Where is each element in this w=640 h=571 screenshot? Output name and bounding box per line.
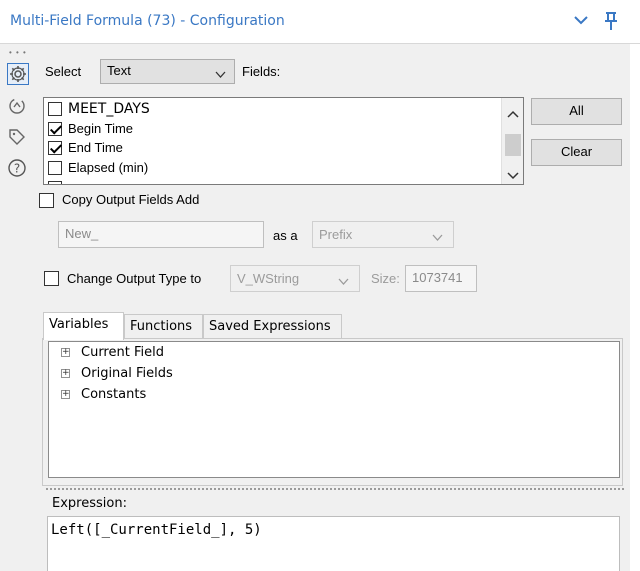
fields-scrollbar[interactable] [501,98,523,184]
tag-icon[interactable] [7,127,29,149]
expand-icon[interactable]: + [61,369,70,378]
window-title: Multi-Field Formula (73) - Configuration [10,13,285,29]
chevron-down-icon [432,230,443,245]
field-checkbox[interactable] [48,102,62,116]
scroll-up-icon[interactable] [507,106,519,121]
change-output-type-checkbox[interactable] [44,271,59,286]
gear-icon[interactable] [7,63,29,85]
size-input[interactable]: 1073741 [405,265,477,292]
clear-button[interactable]: Clear [531,139,622,166]
tab-saved-expressions[interactable]: Saved Expressions [203,314,342,339]
size-label: Size: [371,271,400,286]
chevron-down-icon[interactable] [573,14,589,29]
chevron-down-icon [215,67,226,82]
svg-text:?: ? [14,162,20,176]
expression-label: Expression: [52,496,127,511]
copy-output-checkbox[interactable] [39,193,54,208]
splitter-handle[interactable] [46,488,626,490]
right-gutter [630,44,640,571]
select-type-dropdown[interactable]: Text [100,59,235,84]
field-label: Begin Time [68,121,134,136]
output-type-dropdown[interactable]: V_WString [230,265,360,292]
field-checkbox[interactable] [48,161,62,175]
arrow-circle-icon[interactable] [7,96,29,118]
expand-icon[interactable]: + [61,348,70,357]
field-label: MEET_DAYS [68,101,150,117]
field-checkbox[interactable] [48,181,62,184]
prefix-suffix-value: Prefix [319,227,353,242]
field-label: Elapsed (min) [68,160,149,175]
expression-editor[interactable]: Left([_CurrentField_], 5) [47,516,620,571]
expand-icon[interactable]: + [61,390,70,399]
copy-output-label: Copy Output Fields Add [62,192,200,207]
chevron-down-icon [338,274,349,289]
output-type-value: V_WString [237,271,300,286]
tab-variables[interactable]: Variables [43,312,124,340]
select-type-value: Text [107,63,131,78]
pin-icon[interactable] [603,11,619,34]
tree-item-label: Original Fields [81,366,173,381]
expression-code: Left([_CurrentField_], 5) [51,522,262,538]
fields-label: Fields: [242,64,281,79]
select-label: Select [45,64,82,79]
fields-list[interactable]: MEET_DAYS Begin Time End Time Elapsed (m… [43,97,524,185]
tree-item-label: Constants [81,387,147,402]
help-icon[interactable]: ? [7,158,29,180]
prefix-suffix-dropdown[interactable]: Prefix [312,221,454,248]
tab-functions[interactable]: Functions [124,314,203,339]
change-output-type-label: Change Output Type to [67,271,202,286]
scroll-down-icon[interactable] [507,168,519,183]
all-button[interactable]: All [531,98,622,125]
field-label: End Time [68,140,123,155]
as-a-label: as a [273,228,298,243]
scrollbar-thumb[interactable] [505,134,521,156]
sidebar-grip[interactable]: • • • [9,48,27,57]
variables-tree[interactable]: + Current Field + Original Fields + Cons… [48,341,620,478]
title-bar: Multi-Field Formula (73) - Configuration [0,0,640,44]
tree-item-label: Current Field [81,345,164,360]
prefix-text-input[interactable]: New_ [58,221,264,248]
field-checkbox[interactable] [48,141,62,155]
field-checkbox[interactable] [48,122,62,136]
